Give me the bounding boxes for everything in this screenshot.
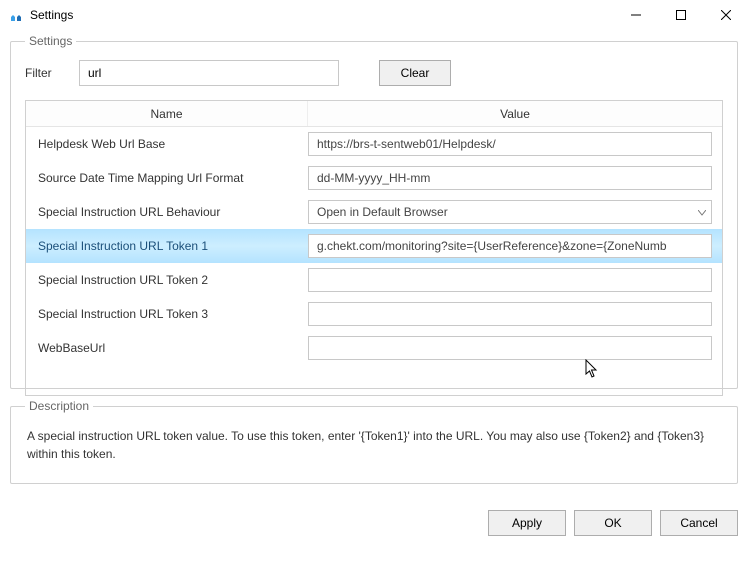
settings-legend: Settings (25, 34, 76, 48)
setting-value-cell (308, 302, 716, 326)
setting-name: Special Instruction URL Token 3 (32, 307, 308, 321)
setting-name: Special Instruction URL Behaviour (32, 205, 308, 219)
dialog-footer: Apply OK Cancel (0, 504, 748, 546)
table-row[interactable]: Special Instruction URL Token 2 (26, 263, 722, 297)
chevron-down-icon (698, 205, 706, 219)
description-groupbox: Description A special instruction URL to… (10, 399, 738, 484)
table-row[interactable]: Special Instruction URL BehaviourOpen in… (26, 195, 722, 229)
setting-value-cell (308, 166, 716, 190)
table-header: Name Value (26, 101, 722, 127)
setting-name: Helpdesk Web Url Base (32, 137, 308, 151)
minimize-button[interactable] (613, 0, 658, 30)
app-icon (8, 7, 24, 23)
settings-table: Name Value Helpdesk Web Url Base Source D… (25, 100, 723, 396)
description-legend: Description (25, 399, 93, 413)
setting-name: Special Instruction URL Token 2 (32, 273, 308, 287)
window-title: Settings (30, 8, 613, 22)
setting-input[interactable] (308, 336, 712, 360)
setting-name: Source Date Time Mapping Url Format (32, 171, 308, 185)
column-value-header[interactable]: Value (308, 101, 722, 126)
window-controls (613, 0, 748, 30)
setting-input[interactable] (308, 132, 712, 156)
setting-value-cell (308, 336, 716, 360)
table-row[interactable]: Source Date Time Mapping Url Format (26, 161, 722, 195)
titlebar: Settings (0, 0, 748, 30)
setting-value-cell: Open in Default Browser (308, 200, 716, 224)
setting-name: Special Instruction URL Token 1 (32, 239, 308, 253)
settings-groupbox: Settings Filter Clear Name Value Helpdes… (10, 34, 738, 389)
close-button[interactable] (703, 0, 748, 30)
setting-value-cell (308, 132, 716, 156)
setting-input[interactable] (308, 166, 712, 190)
setting-input[interactable] (308, 234, 712, 258)
setting-input[interactable] (308, 302, 712, 326)
table-row[interactable]: Helpdesk Web Url Base (26, 127, 722, 161)
setting-name: WebBaseUrl (32, 341, 308, 355)
table-body: Helpdesk Web Url Base Source Date Time Ma… (26, 127, 722, 395)
setting-value-cell (308, 234, 716, 258)
description-text: A special instruction URL token value. T… (25, 425, 723, 469)
table-row[interactable]: WebBaseUrl (26, 331, 722, 365)
filter-label: Filter (25, 66, 65, 80)
table-row[interactable]: Special Instruction URL Token 3 (26, 297, 722, 331)
column-name-header[interactable]: Name (26, 101, 308, 126)
maximize-button[interactable] (658, 0, 703, 30)
filter-input[interactable] (79, 60, 339, 86)
cancel-button[interactable]: Cancel (660, 510, 738, 536)
setting-input[interactable] (308, 268, 712, 292)
filter-row: Filter Clear (25, 60, 723, 86)
setting-value-cell (308, 268, 716, 292)
ok-button[interactable]: OK (574, 510, 652, 536)
clear-button[interactable]: Clear (379, 60, 451, 86)
table-row[interactable]: Special Instruction URL Token 1 (26, 229, 722, 263)
setting-select[interactable]: Open in Default Browser (308, 200, 712, 224)
apply-button[interactable]: Apply (488, 510, 566, 536)
